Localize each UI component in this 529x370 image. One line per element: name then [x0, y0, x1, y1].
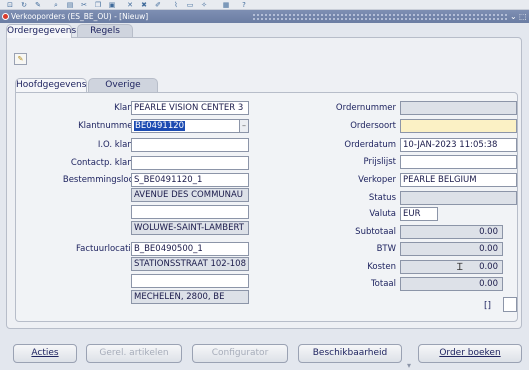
icon-toolbar: ⊡ ↻ ✎ ⌕ ▤ ✂ ❐ ▣ ✕ ✖ ✐ ⌇ ▭ ✧ ▦ ?: [0, 0, 529, 10]
status-label: Status: [368, 193, 396, 203]
restore-button[interactable]: ⬚: [519, 12, 527, 21]
oracle-window-icon: [2, 13, 9, 20]
checkbox-label: []: [484, 301, 492, 311]
totaal-label: Totaal: [370, 279, 396, 289]
cut-icon[interactable]: ✂: [80, 1, 88, 9]
bestemmingsloc-label: Bestemmingsloc.: [62, 175, 136, 185]
tab-ordergegevens[interactable]: Ordergegevens: [6, 24, 76, 38]
question-icon[interactable]: ?: [240, 1, 248, 9]
valuta-field[interactable]: EUR: [400, 207, 438, 221]
orderdatum-label: Orderdatum: [344, 140, 396, 150]
verkoper-label: Verkoper: [358, 175, 396, 185]
save-icon[interactable]: ⊡: [6, 1, 14, 9]
pen-icon[interactable]: ✎: [34, 1, 42, 9]
subtotaal-field: 0.00: [400, 225, 503, 239]
help-icon[interactable]: ✧: [200, 1, 208, 9]
gerel-artikelen-button[interactable]: Gerel. artikelen: [86, 344, 182, 363]
order-boeken-button-label: Order boeken: [439, 348, 501, 358]
zoom-icon[interactable]: ⌕: [52, 1, 60, 9]
contactp-klant-field[interactable]: [131, 156, 249, 170]
ordernummer-label: Ordernummer: [335, 103, 396, 113]
orderdatum-field[interactable]: 10-JAN-2023 11:05:38: [400, 138, 517, 152]
ordernummer-field: [400, 101, 517, 115]
beschikbaarheid-button[interactable]: Beschikbaarheid: [298, 344, 402, 363]
bestemming-adres-line-1: AVENUE DES COMMUNAU: [131, 188, 249, 202]
klantnummer-lov-button[interactable]: –: [239, 120, 248, 132]
edit-icon[interactable]: ✐: [154, 1, 162, 9]
configurator-button[interactable]: Configurator: [192, 344, 288, 363]
tab-overige[interactable]: Overige: [88, 78, 158, 92]
clear-icon[interactable]: ✕: [126, 1, 134, 9]
valuta-label: Valuta: [369, 209, 396, 219]
titlebar-pattern: [252, 13, 509, 20]
prijslijst-label: Prijslijst: [363, 157, 396, 167]
tab-regels[interactable]: Regels: [77, 24, 133, 38]
ordersoort-label: Ordersoort: [350, 121, 396, 131]
factuurlocatie-label: Factuurlocatie: [76, 244, 136, 254]
kosten-field: 0.00: [400, 260, 503, 274]
tab-hoofdgegevens[interactable]: Hoofdgegevens: [15, 78, 87, 92]
bestemmingsloc-field[interactable]: S_BE0491120_1: [131, 173, 249, 187]
klant-field[interactable]: PEARLE VISION CENTER 3: [131, 101, 249, 115]
btw-label: BTW: [376, 244, 396, 254]
bestemming-adres-line-2: [131, 205, 249, 219]
attach-icon[interactable]: ⌇: [172, 1, 180, 9]
paste-icon[interactable]: ▣: [108, 1, 116, 9]
delete-icon[interactable]: ✖: [140, 1, 148, 9]
acties-button-label: Acties: [31, 348, 59, 358]
totaal-field: 0.00: [400, 277, 503, 291]
status-field: [400, 191, 517, 205]
klantnummer-field[interactable]: BE0491120: [131, 119, 249, 133]
bestemming-adres-line-3: WOLUWE-SAINT-LAMBERT: [131, 221, 249, 235]
klantnummer-value: BE0491120: [134, 121, 186, 131]
folder-icon[interactable]: ▭: [186, 1, 194, 9]
window-title: Verkooporders (ES_BE_OU) - [Nieuw]: [11, 12, 149, 21]
verkoper-field[interactable]: PEARLE BELGIUM: [400, 173, 517, 187]
prijslijst-field[interactable]: [400, 155, 517, 169]
acties-button[interactable]: Acties: [13, 344, 77, 363]
refresh-icon[interactable]: ↻: [20, 1, 28, 9]
btw-field: 0.00: [400, 242, 503, 256]
factuur-adres-line-2: [131, 274, 249, 288]
taskbar-glyph: ▾: [407, 361, 412, 370]
minimize-button[interactable]: ⌄: [510, 12, 517, 21]
factuur-adres-line-3: MECHELEN, 2800, BE: [131, 290, 249, 304]
order-checkbox[interactable]: [503, 297, 517, 312]
window-icon[interactable]: ▦: [222, 1, 230, 9]
order-boeken-button[interactable]: Order boeken: [418, 344, 522, 363]
ordersoort-field[interactable]: [400, 119, 517, 133]
contactp-klant-label: Contactp. klant: [70, 158, 136, 168]
subtotaal-label: Subtotaal: [355, 227, 396, 237]
copy-icon[interactable]: ❐: [94, 1, 102, 9]
window-titlebar[interactable]: Verkooporders (ES_BE_OU) - [Nieuw] ⌄ ⬚: [0, 10, 529, 23]
print-icon[interactable]: ▤: [66, 1, 74, 9]
io-klant-field[interactable]: [131, 138, 249, 152]
note-icon[interactable]: ✎: [14, 53, 27, 65]
text-cursor-icon: Ɪ: [457, 262, 463, 273]
factuurlocatie-field[interactable]: B_BE0490500_1: [131, 242, 249, 256]
factuur-adres-line-1: STATIONSSTRAAT 102-108: [131, 257, 249, 271]
kosten-label: Kosten: [367, 262, 396, 272]
klantnummer-label: Klantnummer: [78, 121, 136, 131]
